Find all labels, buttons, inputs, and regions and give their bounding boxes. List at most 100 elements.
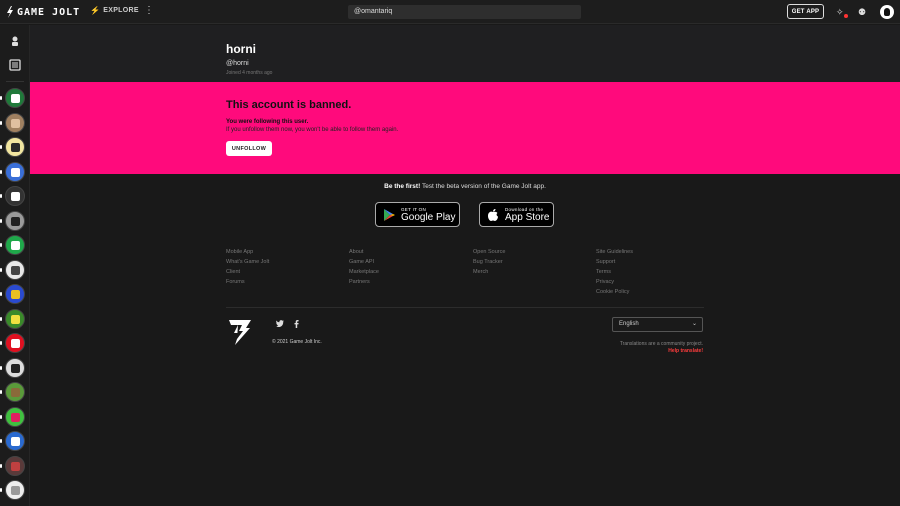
followed-game-avatar[interactable]	[5, 382, 25, 402]
library-icon[interactable]	[6, 32, 24, 50]
followed-game-avatar[interactable]	[5, 235, 25, 255]
game-thumbnail	[11, 143, 20, 152]
game-thumbnail	[11, 437, 20, 446]
followed-game-avatar[interactable]	[5, 431, 25, 451]
compass-icon: ⚡	[90, 6, 101, 15]
search-input[interactable]	[348, 5, 581, 19]
bolt-icon	[7, 6, 13, 18]
unread-indicator	[0, 390, 2, 394]
unfollow-warning: If you unfollow them now, you won't be a…	[226, 127, 399, 133]
translations-note: Translations are a community project.	[619, 341, 703, 347]
unread-indicator	[0, 414, 2, 419]
twitter-icon[interactable]	[276, 320, 284, 329]
followed-game-avatar[interactable]	[5, 284, 25, 304]
footer-links-col4: Site Guidelines Support Terms Privacy Cookie…	[596, 247, 633, 297]
feed-icon[interactable]	[6, 56, 24, 74]
followed-game-avatar[interactable]	[5, 210, 25, 231]
google-play-button[interactable]: GET IT ON Google Play	[375, 202, 460, 227]
app-store-button[interactable]: Download on the App Store	[479, 202, 554, 227]
footer-link[interactable]: Privacy	[596, 277, 633, 287]
followed-game-avatar[interactable]	[5, 308, 25, 329]
user-handle: @horni	[226, 60, 249, 67]
activity-icon[interactable]: ✧	[836, 6, 844, 18]
followed-game-avatar[interactable]	[5, 406, 25, 427]
footer-link[interactable]: Cookie Policy	[596, 287, 633, 297]
followed-game-avatar[interactable]	[5, 480, 25, 500]
banned-notice: This account is banned. You were followi…	[30, 82, 900, 174]
footer-link[interactable]: About	[349, 247, 379, 257]
footer-link[interactable]: Marketplace	[349, 267, 379, 277]
game-jolt-logo[interactable]: GAME JOLT	[6, 6, 80, 18]
notification-dot	[844, 14, 848, 18]
apple-icon	[488, 208, 498, 221]
left-sidebar	[0, 25, 30, 506]
banned-title: This account is banned.	[226, 99, 352, 111]
game-thumbnail	[11, 486, 20, 495]
game-thumbnail	[11, 363, 20, 373]
footer-link[interactable]: Mobile App	[226, 247, 269, 257]
followed-game-avatar[interactable]	[5, 455, 25, 476]
footer-link[interactable]: Bug Tracker	[473, 257, 505, 267]
beta-bold: Be the first!	[384, 183, 421, 190]
footer-link[interactable]: Open Source	[473, 247, 505, 257]
more-menu-icon[interactable]: ⋮	[144, 5, 154, 17]
followed-game-avatar[interactable]	[5, 161, 25, 182]
unread-indicator	[0, 145, 2, 149]
game-thumbnail	[11, 94, 20, 103]
footer-links-col2: About Game API Marketplace Partners	[349, 247, 379, 287]
footer-link[interactable]: Client	[226, 267, 269, 277]
unread-indicator	[0, 267, 2, 272]
footer-link[interactable]: Support	[596, 257, 633, 267]
footer-links-col1: Mobile App What's Game Jolt Client Forums	[226, 247, 269, 287]
friends-icon[interactable]: ⚉	[858, 6, 866, 18]
app-store-big: App Store	[505, 211, 550, 223]
followed-game-avatar[interactable]	[5, 137, 25, 157]
unread-indicator	[0, 169, 2, 174]
game-thumbnail	[11, 461, 20, 471]
game-thumbnail	[11, 265, 20, 275]
followed-game-avatar[interactable]	[5, 333, 25, 353]
unread-indicator	[0, 194, 2, 198]
profile-header: horni @horni Joined 4 months ago	[30, 25, 900, 82]
footer-link[interactable]: What's Game Jolt	[226, 257, 269, 267]
language-select[interactable]: English ⌄	[612, 317, 703, 332]
facebook-icon[interactable]	[294, 320, 299, 330]
game-thumbnail	[11, 216, 20, 226]
game-jolt-logo-icon[interactable]	[226, 318, 254, 346]
followed-game-avatar[interactable]	[5, 88, 25, 108]
footer-link[interactable]: Merch	[473, 267, 505, 277]
followed-game-avatar[interactable]	[5, 357, 25, 378]
language-value: English	[619, 321, 639, 327]
google-play-icon	[384, 208, 395, 221]
game-thumbnail	[11, 118, 20, 128]
user-avatar[interactable]	[880, 5, 894, 19]
get-app-button[interactable]: GET APP	[787, 4, 824, 19]
explore-label: EXPLORE	[103, 7, 139, 14]
followed-game-avatar[interactable]	[5, 112, 25, 133]
footer-divider	[226, 307, 704, 308]
game-thumbnail	[11, 339, 20, 348]
unread-indicator	[0, 292, 2, 296]
chevron-down-icon: ⌄	[691, 321, 697, 327]
footer-link[interactable]: Site Guidelines	[596, 247, 633, 257]
unread-indicator	[0, 218, 2, 223]
footer-link[interactable]: Partners	[349, 277, 379, 287]
game-thumbnail	[11, 241, 20, 250]
google-play-big: Google Play	[401, 211, 456, 223]
footer-link[interactable]: Terms	[596, 267, 633, 277]
footer-link[interactable]: Game API	[349, 257, 379, 267]
unread-indicator	[0, 439, 2, 443]
beta-promo: Be the first! Test the beta version of t…	[0, 183, 900, 190]
beta-text: Test the beta version of the Game Jolt a…	[420, 183, 546, 190]
footer-link[interactable]: Forums	[226, 277, 269, 287]
explore-link[interactable]: ⚡ EXPLORE	[90, 6, 139, 15]
unfollow-button[interactable]: UNFOLLOW	[226, 141, 272, 156]
unread-indicator	[0, 120, 2, 125]
app-store-small: Download on the	[505, 206, 544, 212]
help-translate-link[interactable]: Help translate!	[560, 348, 703, 354]
copyright-text: © 2021 Game Jolt Inc.	[272, 339, 322, 345]
unread-indicator	[0, 488, 2, 492]
game-thumbnail	[11, 167, 20, 177]
logo-text: GAME JOLT	[17, 6, 81, 18]
followed-game-avatar[interactable]	[5, 259, 25, 280]
